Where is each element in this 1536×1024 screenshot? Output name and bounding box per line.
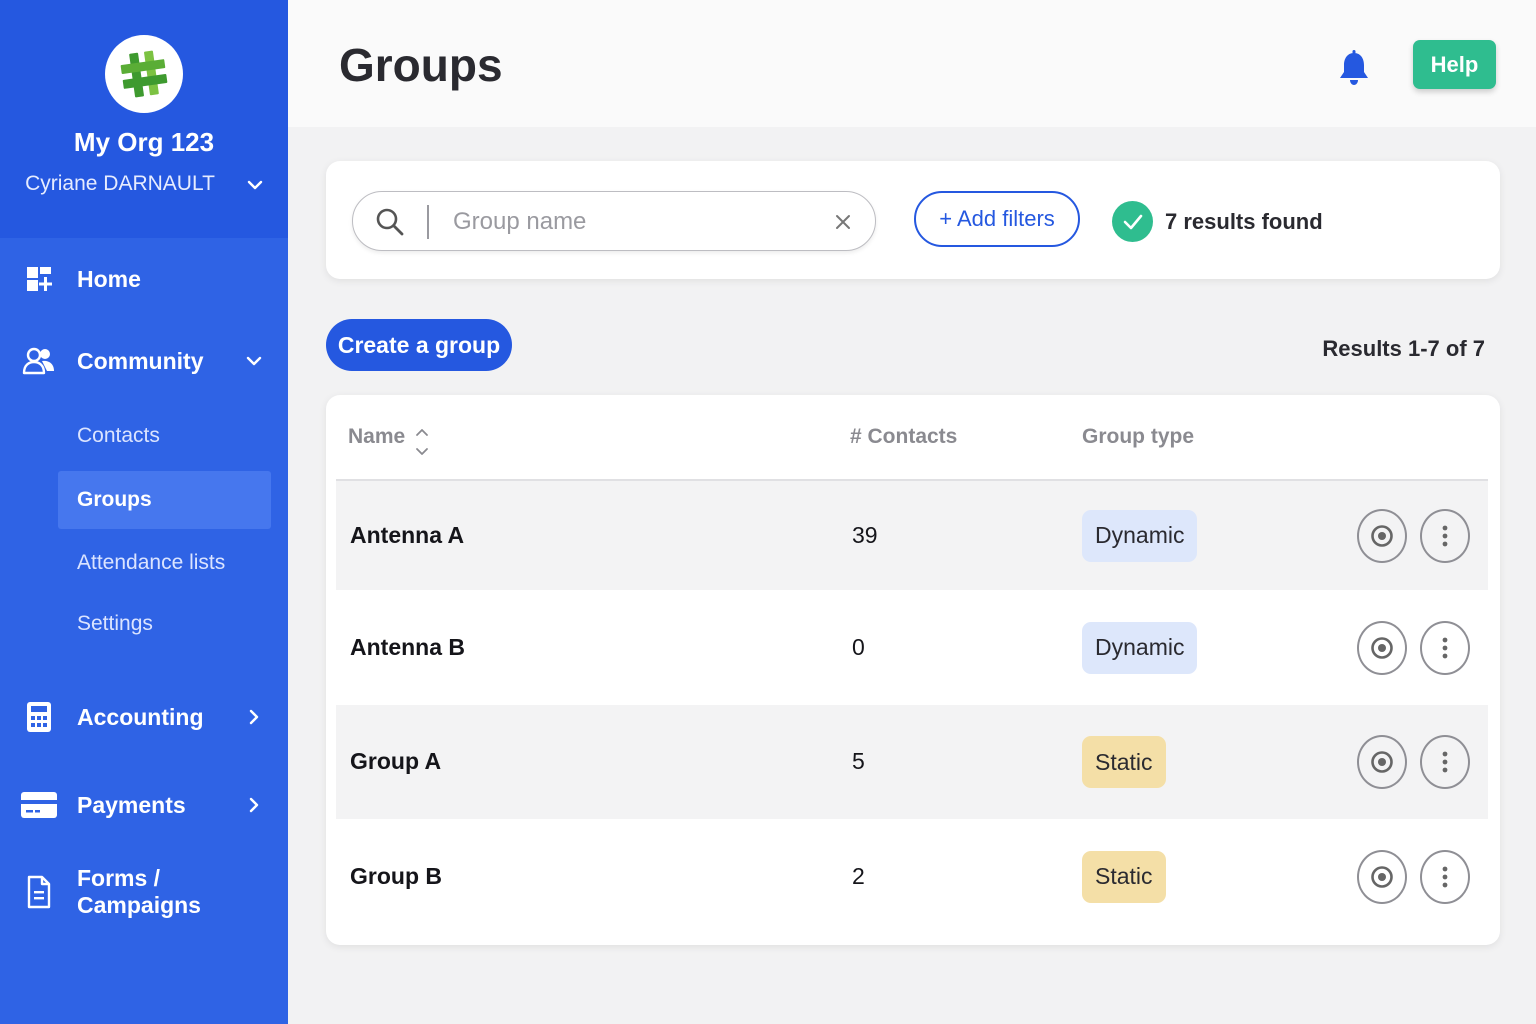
eye-icon bbox=[1371, 636, 1393, 659]
chevron-down-icon bbox=[246, 353, 262, 369]
group-name-cell[interactable]: Group B bbox=[350, 863, 442, 890]
more-actions-button[interactable] bbox=[1420, 620, 1470, 675]
sidebar-item-settings[interactable]: Settings bbox=[58, 595, 271, 653]
hashtag-logo-icon bbox=[105, 35, 183, 113]
nav-label-accounting: Accounting bbox=[77, 703, 204, 730]
group-type-badge: Dynamic bbox=[1082, 621, 1198, 674]
help-button[interactable]: Help bbox=[1413, 40, 1496, 89]
search-icon bbox=[375, 207, 405, 237]
user-name: Cyriane DARNAULT bbox=[25, 172, 215, 195]
nav-item-community[interactable]: Community bbox=[0, 336, 288, 386]
sidebar: My Org 123 Cyriane DARNAULT Home Communi… bbox=[0, 0, 288, 1024]
group-type-badge: Static bbox=[1082, 736, 1166, 788]
column-header-contacts: # Contacts bbox=[850, 425, 958, 448]
column-label-name: Name bbox=[348, 425, 406, 448]
view-group-button[interactable] bbox=[1357, 735, 1407, 789]
credit-card-icon bbox=[20, 788, 58, 822]
column-header-group-type: Group type bbox=[1082, 425, 1195, 448]
nav-item-payments[interactable]: Payments bbox=[0, 780, 288, 830]
group-type-badge: Dynamic bbox=[1082, 509, 1198, 562]
more-vertical-icon bbox=[1442, 637, 1448, 658]
groups-table: Name # Contacts Group type Antenna A 39 Dy… bbox=[326, 395, 1500, 945]
contacts-count-cell: 0 bbox=[852, 633, 865, 660]
more-vertical-icon bbox=[1442, 866, 1448, 887]
more-vertical-icon bbox=[1442, 525, 1448, 546]
dashboard-icon bbox=[22, 262, 56, 296]
view-group-button[interactable] bbox=[1357, 849, 1407, 904]
top-bar: Groups Help bbox=[288, 0, 1536, 127]
user-switcher[interactable]: Cyriane DARNAULT bbox=[25, 172, 263, 196]
contacts-count-cell: 39 bbox=[852, 521, 878, 548]
table-row[interactable]: Antenna B 0 Dynamic bbox=[336, 590, 1488, 705]
group-type-badge: Static bbox=[1082, 850, 1166, 903]
page-title: Groups bbox=[339, 39, 503, 91]
nav-item-home[interactable]: Home bbox=[0, 254, 288, 304]
eye-icon bbox=[1371, 751, 1393, 773]
results-status: 7 results found bbox=[1112, 201, 1323, 242]
create-group-button[interactable]: Create a group bbox=[326, 319, 512, 371]
document-icon bbox=[22, 875, 56, 909]
org-header: My Org 123 Cyriane DARNAULT bbox=[0, 0, 288, 238]
chevron-right-icon bbox=[246, 709, 262, 725]
nav-label-home: Home bbox=[77, 265, 141, 292]
sort-icon[interactable] bbox=[415, 427, 429, 459]
more-actions-button[interactable] bbox=[1420, 508, 1470, 563]
view-group-button[interactable] bbox=[1357, 620, 1407, 675]
results-found-text: 7 results found bbox=[1165, 208, 1323, 234]
nav-label-payments: Payments bbox=[77, 791, 186, 818]
org-name: My Org 123 bbox=[73, 127, 215, 157]
column-header-name[interactable]: Name bbox=[348, 425, 405, 449]
results-range: Results 1-7 of 7 bbox=[1322, 336, 1485, 361]
chevron-right-icon bbox=[246, 797, 262, 813]
more-vertical-icon bbox=[1442, 751, 1448, 773]
sidebar-item-attendance-lists[interactable]: Attendance lists bbox=[58, 534, 271, 592]
close-icon[interactable] bbox=[833, 212, 853, 232]
sidebar-item-contacts[interactable]: Contacts bbox=[58, 407, 271, 465]
check-icon bbox=[1112, 201, 1153, 242]
eye-icon bbox=[1371, 524, 1393, 547]
add-filters-button[interactable]: + Add filters bbox=[914, 191, 1080, 247]
eye-icon bbox=[1371, 865, 1393, 888]
chevron-down-icon bbox=[247, 172, 263, 196]
table-row[interactable]: Antenna A 39 Dynamic bbox=[336, 481, 1488, 590]
table-row[interactable]: Group B 2 Static bbox=[336, 819, 1488, 934]
nav-label-forms-campaigns: Forms / Campaigns bbox=[77, 865, 201, 918]
view-group-button[interactable] bbox=[1357, 508, 1407, 563]
more-actions-button[interactable] bbox=[1420, 849, 1470, 904]
search-input[interactable] bbox=[453, 202, 813, 242]
group-name-cell[interactable]: Antenna A bbox=[350, 522, 464, 549]
group-name-cell[interactable]: Group A bbox=[350, 748, 441, 775]
group-name-cell[interactable]: Antenna B bbox=[350, 634, 465, 661]
nav-item-forms-campaigns[interactable]: Forms / Campaigns bbox=[0, 865, 288, 918]
search-box bbox=[352, 191, 876, 251]
users-icon bbox=[22, 344, 56, 378]
nav-label-community: Community bbox=[77, 347, 204, 374]
sidebar-item-groups[interactable]: Groups bbox=[58, 471, 271, 529]
search-divider bbox=[427, 205, 429, 239]
bell-icon[interactable] bbox=[1334, 48, 1374, 88]
contacts-count-cell: 5 bbox=[852, 748, 865, 774]
filter-card: + Add filters 7 results found bbox=[326, 161, 1500, 279]
calculator-icon bbox=[22, 700, 56, 734]
table-row[interactable]: Group A 5 Static bbox=[336, 705, 1488, 819]
nav-item-accounting[interactable]: Accounting bbox=[0, 692, 288, 742]
more-actions-button[interactable] bbox=[1420, 735, 1470, 789]
contacts-count-cell: 2 bbox=[852, 862, 865, 889]
